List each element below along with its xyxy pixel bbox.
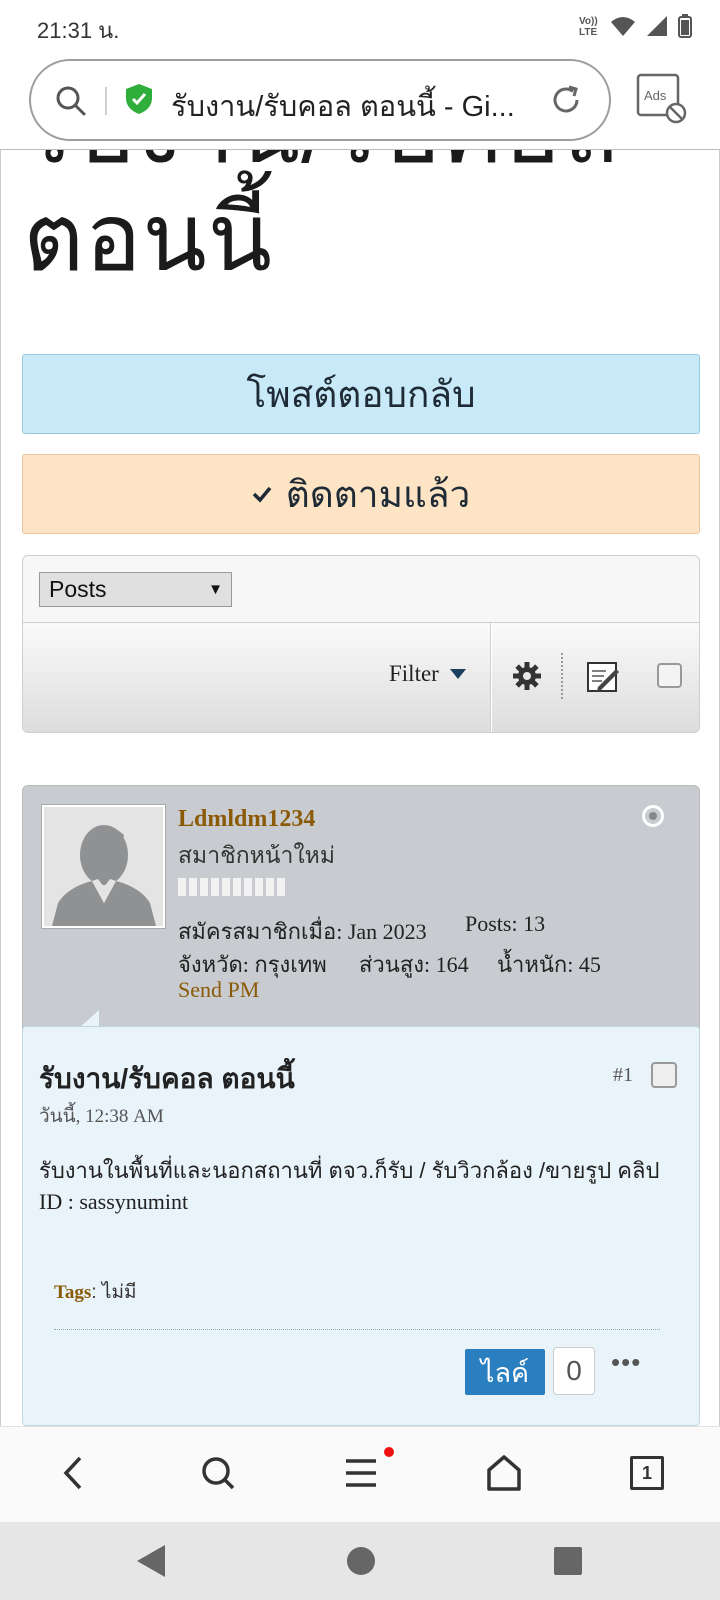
user-title: สมาชิกหน้าใหม่	[178, 842, 336, 868]
svg-text:Ads: Ads	[644, 88, 667, 103]
more-options-button[interactable]: •••	[611, 1347, 641, 1378]
home-icon[interactable]	[486, 1453, 522, 1493]
signal-icon	[647, 16, 667, 36]
back-icon[interactable]	[58, 1453, 88, 1493]
checkmark-icon	[252, 486, 272, 503]
system-nav-bar	[0, 1522, 720, 1600]
volte-icon: Vo)) LTE	[579, 16, 598, 38]
tags-value: ไม่มี	[101, 1282, 137, 1303]
notification-dot	[384, 1447, 394, 1457]
ad-block-button[interactable]: Ads	[636, 73, 688, 125]
posts-view-select[interactable]: Posts ▼	[39, 572, 232, 607]
select-all-checkbox[interactable]	[657, 663, 682, 688]
post-tags: Tags: ไม่มี	[54, 1282, 137, 1303]
status-icons: Vo)) LTE	[578, 14, 692, 38]
thread-title-line2: ตอนนี้	[23, 185, 274, 290]
address-divider	[105, 87, 107, 115]
dropdown-arrow-icon: ▼	[208, 581, 223, 598]
like-count: 0	[553, 1347, 595, 1395]
status-time: 21:31 น.	[37, 18, 120, 43]
post-body: รับงาน/รับคอล ตอนนี้ วันนี้, 12:38 AM #1…	[22, 1026, 700, 1426]
battery-icon	[678, 14, 692, 38]
wifi-icon	[611, 17, 635, 36]
username-link[interactable]: Ldmldm1234	[178, 806, 315, 833]
svg-text:Vo)): Vo))	[579, 16, 598, 27]
post-divider	[54, 1329, 660, 1330]
tabs-button[interactable]: 1	[630, 1456, 664, 1490]
svg-text:LTE: LTE	[579, 27, 597, 38]
posts-select-value: Posts	[49, 576, 107, 602]
post-title: รับงาน/รับคอล ตอนนี้	[39, 1063, 295, 1094]
menu-icon[interactable]	[344, 1453, 378, 1493]
secure-shield-icon[interactable]	[125, 83, 153, 115]
system-recents-icon[interactable]	[552, 1543, 584, 1579]
post-author-panel: Ldmldm1234 สมาชิกหน้าใหม่ สมัครสมาชิกเมื…	[22, 785, 700, 1030]
post-count: Posts: 13	[465, 911, 546, 936]
system-back-icon[interactable]	[135, 1543, 167, 1579]
dotted-divider	[561, 653, 563, 699]
send-pm-link[interactable]: Send PM	[178, 977, 259, 1003]
default-avatar-icon	[44, 807, 163, 926]
search-icon[interactable]	[200, 1453, 236, 1493]
address-bar[interactable]: รับงาน/รับคอล ตอนนี้ - Gi...	[29, 59, 611, 141]
reload-icon[interactable]	[549, 83, 583, 117]
offline-status-icon	[642, 805, 664, 827]
follow-button-label: ติดตามแล้ว	[285, 473, 471, 515]
weight-stat: น้ำหนัก: 45	[497, 952, 601, 977]
post-reply-button[interactable]: โพสต์ตอบกลับ	[22, 354, 700, 434]
ad-block-icon: Ads	[636, 73, 687, 124]
system-home-icon[interactable]	[345, 1543, 377, 1579]
post-date: วันนี้, 12:38 AM	[39, 1106, 164, 1127]
filter-button[interactable]: Filter	[389, 661, 467, 687]
tags-label: Tags	[54, 1282, 92, 1303]
post-number-link[interactable]: #1	[613, 1064, 633, 1087]
avatar[interactable]	[41, 804, 166, 929]
join-date: สมัครสมาชิกเมื่อ: Jan 2023	[178, 919, 427, 944]
thread-toolbar: Posts ▼ Filter	[22, 555, 700, 733]
gear-icon[interactable]	[512, 661, 542, 691]
toolbar-actions: Filter	[23, 622, 699, 732]
reputation-bar	[178, 878, 285, 896]
post-select-checkbox[interactable]	[651, 1062, 677, 1088]
post-message-line1: รับงานในพื้นที่และนอกสถานที่ ตจว.ก็รับ /…	[39, 1158, 660, 1183]
post-message: รับงานในพื้นที่และนอกสถานที่ ตจว.ก็รับ /…	[39, 1155, 669, 1217]
browser-bottom-nav: 1	[0, 1426, 720, 1522]
post-message-line2: ID : sassynumint	[39, 1189, 189, 1214]
like-button[interactable]: ไลค์	[465, 1349, 545, 1395]
status-bar: 21:31 น. Vo)) LTE	[0, 0, 720, 54]
browser-toolbar: รับงาน/รับคอล ตอนนี้ - Gi... Ads	[0, 54, 720, 150]
height-stat: ส่วนสูง: 164	[359, 952, 469, 977]
url-text[interactable]: รับงาน/รับคอล ตอนนี้ - Gi...	[171, 83, 526, 129]
thread-title: รับงาน/รับคอล ตอนนี้	[23, 150, 620, 292]
filter-label: Filter	[389, 661, 439, 686]
search-icon[interactable]	[55, 85, 87, 117]
toolbar-divider	[490, 623, 492, 732]
page-content: รับงาน/รับคอล ตอนนี้ โพสต์ตอบกลับ ติดตาม…	[0, 150, 720, 1426]
thread-title-line1: รับงาน/รับคอล	[23, 150, 620, 184]
follow-button[interactable]: ติดตามแล้ว	[22, 454, 700, 534]
caret-down-icon	[449, 669, 466, 679]
edit-document-icon[interactable]	[586, 659, 620, 693]
